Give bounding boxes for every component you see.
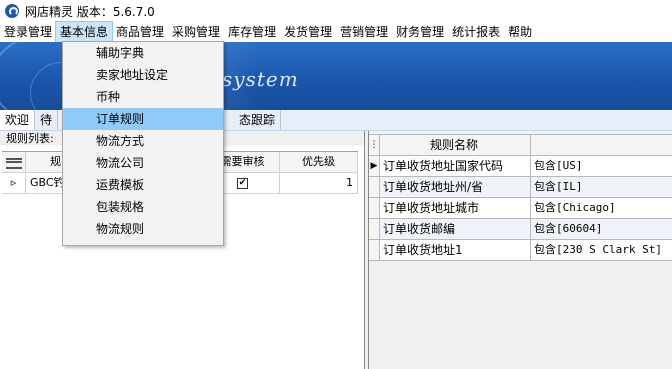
row-pointer-icon: ▹: [2, 173, 26, 193]
menu-item-logistics-rules[interactable]: 物流规则: [63, 218, 223, 240]
grid-menu-icon[interactable]: ⋮: [369, 135, 380, 155]
rule-name-cell[interactable]: 订单收货地址州/省: [380, 177, 531, 197]
menu-bar: 登录管理 基本信息 商品管理 采购管理 库存管理 发货管理 营销管理 财务管理 …: [0, 21, 672, 43]
rule-value-cell[interactable]: 包含[Chicago]: [531, 198, 672, 218]
rule-value-cell[interactable]: 包含[230 S Clark St]: [531, 240, 672, 260]
menu-login[interactable]: 登录管理: [0, 22, 56, 42]
table-row[interactable]: 订单收货地址城市 包含[Chicago]: [369, 198, 672, 219]
tab-pending[interactable]: 待: [35, 110, 59, 130]
grid-header-row: ⋮ 规则名称: [369, 134, 672, 156]
menu-shipping[interactable]: 发货管理: [280, 22, 336, 42]
row-indicator: [369, 219, 380, 239]
column-header-rule-name[interactable]: 规则名称: [380, 135, 531, 155]
current-row-arrow-icon: ▶: [369, 156, 380, 176]
menu-item-freight-template[interactable]: 运费模板: [63, 174, 223, 196]
rule-name-cell[interactable]: 订单收货邮编: [380, 219, 531, 239]
table-row[interactable]: 订单收货邮编 包含[60604]: [369, 219, 672, 240]
menu-finance[interactable]: 财务管理: [392, 22, 448, 42]
menu-help[interactable]: 帮助: [504, 22, 536, 42]
menu-products[interactable]: 商品管理: [112, 22, 168, 42]
menu-item-seller-address[interactable]: 卖家地址设定: [63, 64, 223, 86]
rule-detail-panel: ⋮ 规则名称 ▶ 订单收货地址国家代码 包含[US] 订单收货地址州/省 包含[…: [368, 131, 672, 369]
window-title: 网店精灵 版本：5.6.7.0: [25, 4, 155, 19]
menu-item-order-rules[interactable]: 订单规则: [63, 108, 223, 130]
table-row[interactable]: 订单收货地址1 包含[230 S Clark St]: [369, 240, 672, 261]
row-indicator: [369, 177, 380, 197]
menu-item-shipping-method[interactable]: 物流方式: [63, 130, 223, 152]
menu-item-aux-dictionary[interactable]: 辅助字典: [63, 42, 223, 64]
menu-basic-info[interactable]: 基本信息: [55, 21, 114, 43]
tab-status-tracking[interactable]: 态跟踪: [234, 110, 282, 130]
tab-welcome[interactable]: 欢迎: [0, 110, 36, 130]
menu-purchasing[interactable]: 采购管理: [168, 22, 224, 42]
rule-value-cell[interactable]: 包含[IL]: [531, 177, 672, 197]
needs-review-checkbox[interactable]: ✔: [237, 177, 248, 189]
menu-marketing[interactable]: 营销管理: [336, 22, 392, 42]
menu-inventory[interactable]: 库存管理: [224, 22, 280, 42]
table-row[interactable]: ▶ 订单收货地址国家代码 包含[US]: [369, 156, 672, 177]
basic-info-dropdown-menu: 辅助字典 卖家地址设定 币种 订单规则 物流方式 物流公司 运费模板 包装规格 …: [62, 41, 224, 246]
rule-value-cell[interactable]: 包含[60604]: [531, 219, 672, 239]
column-header-priority[interactable]: 优先级: [280, 152, 358, 172]
column-header-value[interactable]: [531, 135, 672, 155]
row-indicator: [369, 198, 380, 218]
menu-item-package-spec[interactable]: 包装规格: [63, 196, 223, 218]
title-bar: 网店精灵 版本：5.6.7.0: [0, 0, 672, 22]
priority-cell[interactable]: 1: [280, 173, 358, 193]
rule-detail-grid: ⋮ 规则名称 ▶ 订单收货地址国家代码 包含[US] 订单收货地址州/省 包含[…: [369, 134, 672, 261]
grid-menu-icon: [5, 158, 22, 169]
banner-text-right: system: [222, 67, 299, 91]
rule-name-cell[interactable]: 订单收货地址1: [380, 240, 531, 260]
menu-item-currency[interactable]: 币种: [63, 86, 223, 108]
table-row[interactable]: 订单收货地址州/省 包含[IL]: [369, 177, 672, 198]
row-indicator: [369, 240, 380, 260]
rule-name-cell[interactable]: 订单收货地址城市: [380, 198, 531, 218]
row-selector-header[interactable]: [2, 152, 26, 172]
app-logo-icon: [5, 4, 19, 18]
rule-value-cell[interactable]: 包含[US]: [531, 156, 672, 176]
rule-name-cell[interactable]: 订单收货地址国家代码: [380, 156, 531, 176]
menu-item-logistics-company[interactable]: 物流公司: [63, 152, 223, 174]
menu-reports[interactable]: 统计报表: [448, 22, 504, 42]
